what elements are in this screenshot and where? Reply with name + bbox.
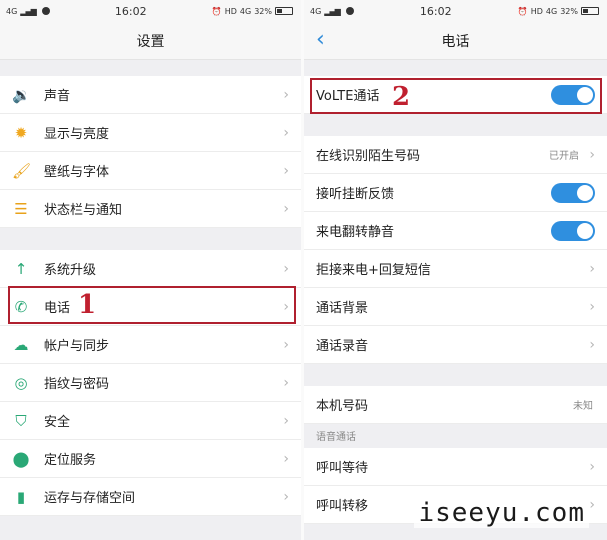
item-label: 状态栏与通知 <box>44 203 123 218</box>
item-label: 系统升级 <box>44 263 97 278</box>
online-caller-id-row[interactable]: 在线识别陌生号码 已开启 › <box>304 136 607 174</box>
sun-icon: ✹ <box>14 123 28 142</box>
item-label: 呼叫等待 <box>316 461 369 476</box>
network-label: 4G <box>310 6 322 16</box>
battery-percent: 32% <box>254 6 272 16</box>
menu-icon: ☰ <box>14 199 28 218</box>
nav-bar: 设置 <box>0 22 301 60</box>
status-bar: 4G ▂▄▆ 16:02 ⏰ HD 4G 32% <box>304 0 607 22</box>
hd-label: HD <box>224 6 237 16</box>
network-type-label: 4G <box>239 6 252 16</box>
settings-item-security[interactable]: ⛉ 安全 › <box>0 402 301 440</box>
status-bar: 4G ▂▄▆ 16:02 ⏰ HD 4G 32% <box>0 0 301 22</box>
feedback-toggle[interactable] <box>551 183 595 203</box>
chevron-right-icon: › <box>283 124 289 141</box>
notification-dot-icon <box>41 7 50 15</box>
chevron-right-icon: › <box>589 260 595 277</box>
flip-to-mute-row[interactable]: 来电翻转静音 <box>304 212 607 250</box>
settings-item-display[interactable]: ✹ 显示与亮度 › <box>0 114 301 152</box>
page-title: 设置 <box>136 33 165 50</box>
clock: 16:02 <box>419 4 452 18</box>
chevron-right-icon: › <box>283 488 289 505</box>
call-waiting-row[interactable]: 呼叫等待 › <box>304 448 607 486</box>
chevron-right-icon: › <box>283 86 289 103</box>
item-label: 通话背景 <box>316 301 369 316</box>
brush-icon: 🖌 <box>12 161 32 180</box>
location-pin-icon: ⬤ <box>12 449 30 468</box>
battery-icon <box>580 7 599 15</box>
number-value: 未知 <box>573 401 593 412</box>
network-label: 4G <box>6 6 18 16</box>
chevron-right-icon: › <box>283 200 289 217</box>
flip-mute-toggle[interactable] <box>551 221 595 241</box>
status-value: 已开启 <box>549 151 579 162</box>
settings-item-fingerprint[interactable]: ◎ 指纹与密码 › <box>0 364 301 402</box>
notification-dot-icon <box>345 7 354 15</box>
item-label: 本机号码 <box>316 399 369 414</box>
my-number-row[interactable]: 本机号码 未知 <box>304 386 607 424</box>
back-arrow-icon[interactable]: ‹ <box>316 29 325 51</box>
item-label: 声音 <box>44 89 71 104</box>
nav-bar: ‹ 电话 <box>304 22 607 60</box>
item-label: 通话录音 <box>316 339 369 354</box>
item-label: 定位服务 <box>44 453 97 468</box>
phone-settings-screen: 4G ▂▄▆ 16:02 ⏰ HD 4G 32% ‹ 电话 VoLTE通话 在线… <box>304 0 607 540</box>
speaker-icon: 🔉 <box>12 85 31 104</box>
settings-item-wallpaper[interactable]: 🖌 壁纸与字体 › <box>0 152 301 190</box>
call-background-row[interactable]: 通话背景 › <box>304 288 607 326</box>
chevron-right-icon: › <box>589 146 595 163</box>
alarm-icon: ⏰ <box>211 6 222 16</box>
chevron-right-icon: › <box>283 374 289 391</box>
chevron-right-icon: › <box>283 336 289 353</box>
shield-icon: ⛉ <box>15 411 27 430</box>
chevron-right-icon: › <box>589 336 595 353</box>
item-label: 安全 <box>44 415 71 430</box>
chevron-right-icon: › <box>283 260 289 277</box>
settings-item-account[interactable]: ☁ 帐户与同步 › <box>0 326 301 364</box>
signal-icon: ▂▄▆ <box>324 6 341 16</box>
storage-icon: ▮ <box>16 487 26 506</box>
call-recording-row[interactable]: 通话录音 › <box>304 326 607 364</box>
chevron-right-icon: › <box>589 458 595 475</box>
chevron-right-icon: › <box>283 162 289 179</box>
settings-item-sound[interactable]: 🔉 声音 › <box>0 76 301 114</box>
chevron-right-icon: › <box>589 496 595 513</box>
chevron-right-icon: › <box>283 450 289 467</box>
network-type-label: 4G <box>545 6 558 16</box>
item-label: 壁纸与字体 <box>44 165 110 180</box>
watermark: iseeyu.com <box>414 498 589 528</box>
chevron-right-icon: › <box>283 412 289 429</box>
settings-item-update[interactable]: ↑ 系统升级 › <box>0 250 301 288</box>
hd-label: HD <box>530 6 543 16</box>
settings-item-statusbar[interactable]: ☰ 状态栏与通知 › <box>0 190 301 228</box>
page-title: 电话 <box>441 33 470 50</box>
settings-item-storage[interactable]: ▮ 运存与存储空间 › <box>0 478 301 516</box>
item-label: 运存与存储空间 <box>44 491 136 506</box>
section-header-voice: 语音通话 <box>304 424 607 448</box>
step-2-annotation: 2 <box>392 82 411 112</box>
battery-percent: 32% <box>560 6 578 16</box>
phone-highlight-box <box>8 286 296 324</box>
reject-with-sms-row[interactable]: 拒接来电+回复短信 › <box>304 250 607 288</box>
item-label: 指纹与密码 <box>44 377 110 392</box>
item-label: 拒接来电+回复短信 <box>316 263 431 278</box>
cloud-icon: ☁ <box>13 335 29 354</box>
settings-screen: 4G ▂▄▆ 16:02 ⏰ HD 4G 32% 设置 🔉 声音 › ✹ 显示与… <box>0 0 301 540</box>
step-1-annotation: 1 <box>78 290 97 320</box>
answer-hangup-feedback-row[interactable]: 接听挂断反馈 <box>304 174 607 212</box>
signal-icon: ▂▄▆ <box>20 6 37 16</box>
item-label: 显示与亮度 <box>44 127 110 142</box>
settings-item-location[interactable]: ⬤ 定位服务 › <box>0 440 301 478</box>
clock: 16:02 <box>114 4 147 18</box>
chevron-right-icon: › <box>589 298 595 315</box>
arrow-up-icon: ↑ <box>14 259 28 278</box>
item-label: 帐户与同步 <box>44 339 110 354</box>
volte-highlight-box <box>310 78 602 114</box>
alarm-icon: ⏰ <box>517 6 528 16</box>
fingerprint-icon: ◎ <box>14 373 28 392</box>
battery-icon <box>274 7 293 15</box>
